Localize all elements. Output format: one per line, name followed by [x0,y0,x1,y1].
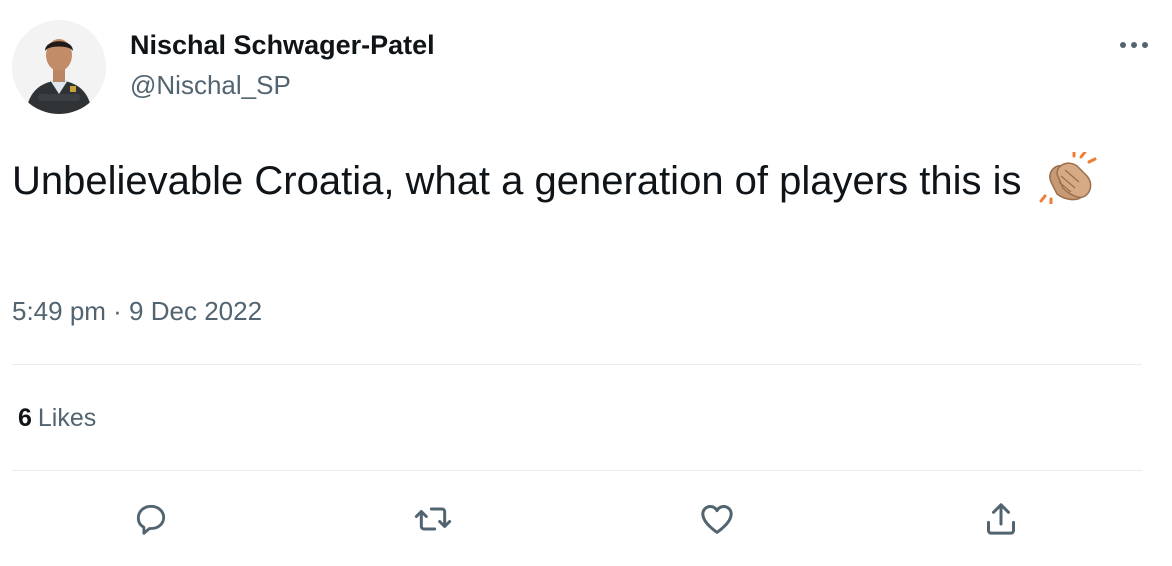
likes-number: 6 [18,404,32,432]
retweet-button[interactable] [408,494,458,544]
avatar-image [12,20,106,114]
share-icon [987,503,1015,535]
reply-icon [136,504,166,535]
like-button[interactable] [692,494,742,544]
action-bar [0,494,1172,544]
avatar[interactable] [12,20,106,114]
author-handle[interactable]: @Nischal_SP [130,70,291,101]
heart-icon [701,505,733,534]
tweet-body: Unbelievable Croatia, what a generation … [12,159,1022,203]
clapping-hands-icon [1039,150,1097,217]
author-display-name[interactable]: Nischal Schwager-Patel [130,30,435,61]
more-icon [1120,42,1148,48]
divider [12,364,1142,365]
share-button[interactable] [976,494,1026,544]
tweet-timestamp[interactable]: 5:49 pm · 9 Dec 2022 [12,296,262,327]
divider [12,470,1142,471]
more-options-button[interactable] [1114,30,1154,60]
likes-count[interactable]: 6 Likes [18,404,96,433]
reply-button[interactable] [126,494,176,544]
tweet-card: Nischal Schwager-Patel @Nischal_SP Unbel… [0,0,1172,566]
retweet-icon [414,507,452,531]
likes-label: Likes [37,404,97,432]
tweet-text: Unbelievable Croatia, what a generation … [12,150,1152,217]
